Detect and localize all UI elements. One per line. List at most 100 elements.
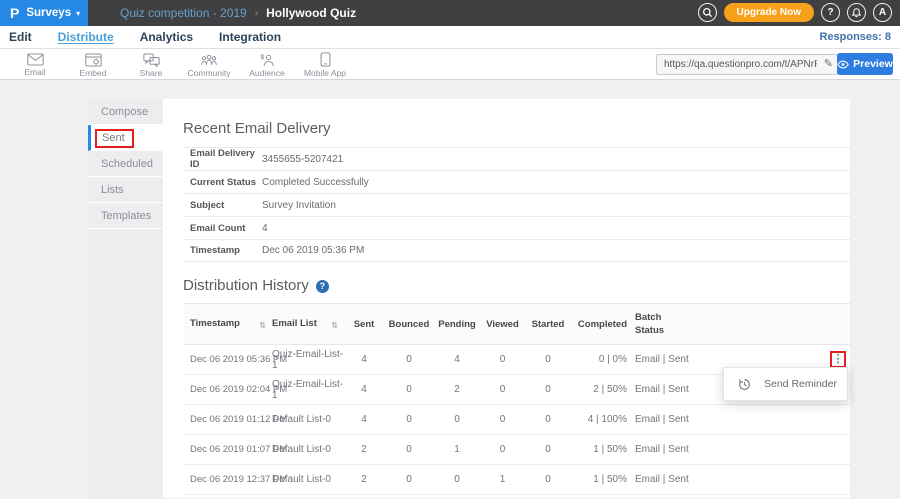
detail-value: 4 (262, 223, 268, 234)
cell-bounced: 0 (384, 345, 434, 375)
cell-timestamp: Dec 06 2019 12:37 PM (183, 465, 272, 495)
breadcrumb-separator: › (255, 8, 258, 19)
bell-icon (851, 7, 862, 18)
cell-email-list: Default List-0 (272, 465, 344, 495)
sidebar-item-sent[interactable]: Sent (88, 125, 163, 151)
upgrade-now-button[interactable]: Upgrade Now (724, 3, 814, 22)
cell-sent: 4 (344, 375, 384, 405)
avatar[interactable]: A (873, 3, 892, 22)
cell-viewed: 0 (480, 405, 525, 435)
cell-timestamp: Dec 06 2019 02:04 PM (183, 375, 272, 405)
send-reminder-item[interactable]: Send Reminder (764, 378, 837, 390)
sidebar-item-lists[interactable]: Lists (88, 177, 163, 203)
nav-tabs: Edit Distribute Analytics Integration (9, 30, 307, 44)
search-icon (702, 7, 713, 18)
tab-distribute[interactable]: Distribute (58, 30, 114, 44)
edit-url-icon[interactable]: ✎ (824, 57, 833, 70)
notifications-button[interactable] (847, 3, 866, 22)
share-icon (143, 53, 160, 67)
cell-completed: 1 | 50% (571, 435, 635, 465)
cell-completed: 0 | 0% (571, 345, 635, 375)
cell-started: 0 (525, 375, 571, 405)
cell-actions (705, 465, 850, 495)
channel-audience[interactable]: $ Audience (238, 49, 296, 79)
cell-batch-status: Email | Sent (635, 375, 705, 405)
column-header-email-list[interactable]: Email List⇅ (272, 304, 344, 345)
detail-row: SubjectSurvey Invitation (183, 193, 850, 216)
help-button[interactable]: ? (821, 3, 840, 22)
help-tooltip-icon[interactable]: ? (316, 280, 329, 293)
main-panel: Recent Email Delivery Email Delivery ID3… (163, 99, 850, 498)
annotation-box-sent: Sent (95, 129, 134, 148)
mobile-app-icon (320, 52, 331, 67)
cell-bounced: 0 (384, 405, 434, 435)
svg-text:$: $ (260, 53, 264, 60)
surveys-menu[interactable]: P Surveys ▾ (0, 0, 88, 26)
table-header-row: Timestamp⇅Email List⇅SentBouncedPendingV… (183, 304, 850, 345)
sort-icon[interactable]: ⇅ (259, 321, 266, 330)
detail-label: Current Status (183, 177, 262, 188)
channel-email[interactable]: Email (6, 49, 64, 79)
annotation-box-menu: ⋮ (830, 351, 846, 368)
community-icon (200, 53, 218, 67)
cell-batch-status: Email | Sent (635, 405, 705, 435)
tab-integration[interactable]: Integration (219, 30, 281, 44)
cell-completed: 1 | 50% (571, 465, 635, 495)
sort-icon[interactable]: ⇅ (331, 321, 338, 330)
detail-row: Email Delivery ID3455655-5207421 (183, 147, 850, 170)
cell-viewed: 0 (480, 375, 525, 405)
detail-row: TimestampDec 06 2019 05:36 PM (183, 239, 850, 262)
survey-url-input[interactable] (656, 54, 838, 75)
channel-share[interactable]: Share (122, 49, 180, 79)
channel-mobile-app[interactable]: Mobile App (296, 49, 354, 79)
search-button[interactable] (698, 3, 717, 22)
sidebar-item-scheduled[interactable]: Scheduled (88, 151, 163, 177)
column-header-completed: Completed (571, 304, 635, 345)
cell-viewed: 1 (480, 465, 525, 495)
send-reminder-icon (738, 378, 751, 391)
cell-viewed: 0 (480, 435, 525, 465)
breadcrumb-parent[interactable]: Quiz competition - 2019 (120, 6, 247, 20)
sidebar-item-label: Templates (101, 210, 151, 222)
detail-label: Subject (183, 200, 262, 211)
channel-embed[interactable]: Embed (64, 49, 122, 79)
cell-email-list: Default List-0 (272, 435, 344, 465)
table-row: Dec 06 2019 01:07 PMDefault List-0201001… (183, 435, 850, 465)
detail-value: Completed Successfully (262, 177, 369, 188)
distribute-toolbar: Email Embed Share Community $ Audience M… (0, 49, 900, 80)
cell-batch-status: Email | Sent (635, 435, 705, 465)
preview-button[interactable]: Preview (837, 53, 893, 75)
cell-started: 0 (525, 345, 571, 375)
row-menu-button[interactable]: ⋮ (833, 353, 844, 365)
cell-sent: 2 (344, 465, 384, 495)
tab-analytics[interactable]: Analytics (140, 30, 193, 44)
column-header-started: Started (525, 304, 571, 345)
sidebar-item-templates[interactable]: Templates (88, 203, 163, 229)
email-icon (27, 53, 44, 66)
survey-url-field: ✎ (656, 54, 838, 75)
detail-row: Email Count4 (183, 216, 850, 239)
top-bar: P Surveys ▾ Quiz competition - 2019 › Ho… (0, 0, 900, 26)
sidebar-item-label: Lists (101, 184, 124, 196)
detail-value: Survey Invitation (262, 200, 336, 211)
detail-label: Timestamp (183, 245, 262, 256)
sidebar-item-compose[interactable]: Compose (88, 99, 163, 125)
breadcrumb-current: Hollywood Quiz (266, 6, 356, 20)
content-area: Compose Sent Scheduled Lists Templates Recen… (0, 80, 900, 498)
cell-sent: 4 (344, 345, 384, 375)
product-menu-label: Surveys (26, 7, 71, 19)
channel-community[interactable]: Community (180, 49, 238, 79)
tab-edit[interactable]: Edit (9, 30, 32, 44)
responses-count[interactable]: Responses: 8 (819, 31, 891, 43)
sidebar-item-label: Scheduled (101, 158, 153, 170)
eye-icon (837, 60, 849, 69)
cell-pending: 0 (434, 405, 480, 435)
email-sidebar: Compose Sent Scheduled Lists Templates (88, 99, 163, 498)
cell-completed: 2 | 50% (571, 375, 635, 405)
topbar-actions: Upgrade Now ? A (698, 3, 892, 22)
detail-label: Email Delivery ID (183, 148, 262, 170)
cell-bounced: 0 (384, 435, 434, 465)
cell-pending: 2 (434, 375, 480, 405)
cell-email-list: Default List-0 (272, 405, 344, 435)
column-header-timestamp[interactable]: Timestamp⇅ (183, 304, 272, 345)
